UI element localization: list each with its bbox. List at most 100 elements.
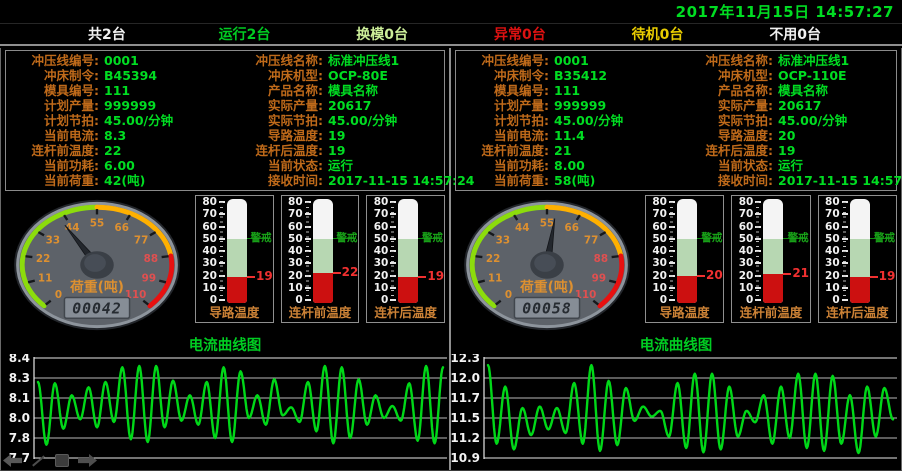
info-row: 模具编号:111产品名称:模具名称 bbox=[458, 83, 894, 98]
info-label: 接收时间: bbox=[216, 173, 328, 188]
info-label: 导路温度: bbox=[216, 128, 328, 143]
current-line-chart: 12.312.011.711.511.210.9 bbox=[451, 354, 901, 468]
info-label: 产品名称: bbox=[666, 83, 778, 98]
info-value: 45.00/分钟 bbox=[104, 113, 216, 128]
warn-label: 警戒 bbox=[874, 232, 895, 245]
gauge-tick-label: 22 bbox=[36, 253, 50, 265]
info-label: 连杆后温度: bbox=[216, 143, 328, 158]
thermometer-2: 80706050403020100警戒19连杆后温度 bbox=[818, 195, 897, 323]
thermo-tick-label: 40 bbox=[367, 245, 388, 257]
thermometer-1: 80706050403020100警戒21连杆前温度 bbox=[731, 195, 810, 323]
thermo-tick-label: 80 bbox=[819, 196, 840, 208]
warn-label: 警戒 bbox=[422, 232, 443, 245]
thermo-tick-label: 30 bbox=[819, 257, 840, 269]
info-value: 20617 bbox=[328, 98, 442, 113]
info-value: 模具名称 bbox=[328, 83, 442, 98]
pencil-icon[interactable] bbox=[32, 455, 45, 466]
info-value: 999999 bbox=[554, 98, 666, 113]
info-row: 当前荷重:42(吨)接收时间:2017-11-15 14:57:24 bbox=[8, 173, 442, 188]
info-value: 20 bbox=[778, 128, 894, 143]
gauge-tick-label: 11 bbox=[488, 272, 502, 284]
meters-row: 0112233445566778899110荷重(吨)00042 8070605… bbox=[1, 193, 449, 338]
info-label: 接收时间: bbox=[666, 173, 778, 188]
thermo-tick-label: 30 bbox=[282, 257, 303, 269]
thermo-tick-label: 40 bbox=[646, 245, 667, 257]
chart-y-tick-label: 8.3 bbox=[9, 371, 30, 385]
chart-title: 电流曲线图 bbox=[451, 338, 901, 354]
thermo-tick-label: 40 bbox=[819, 245, 840, 257]
thermo-tube bbox=[850, 199, 870, 303]
chart-y-tick-label: 11.7 bbox=[451, 391, 480, 405]
forward-arrow-icon[interactable] bbox=[78, 454, 97, 467]
info-value: 标准冲压线1 bbox=[778, 53, 894, 68]
gauge-tick-label: 0 bbox=[55, 289, 62, 301]
info-label: 当前荷重: bbox=[458, 173, 554, 188]
info-row: 计划产量:999999实际产量:20617 bbox=[8, 98, 442, 113]
chart-svg: 8.48.38.18.07.87.7 bbox=[1, 354, 452, 468]
thermo-minor-ticks bbox=[756, 202, 759, 300]
info-label: 导路温度: bbox=[666, 128, 778, 143]
chart-y-tick-label: 10.9 bbox=[451, 451, 480, 465]
stop-square-icon[interactable] bbox=[55, 454, 69, 467]
thermo-tick-label: 70 bbox=[732, 208, 753, 220]
thermo-minor-ticks bbox=[306, 202, 309, 300]
meters-row: 0112233445566778899110荷重(吨)00058 8070605… bbox=[451, 193, 901, 338]
info-row: 计划节拍:45.00/分钟实际节拍:45.00/分钟 bbox=[458, 113, 894, 128]
thermo-minor-ticks bbox=[670, 202, 673, 300]
info-label: 连杆前温度: bbox=[458, 143, 554, 158]
gauge-tick bbox=[478, 281, 485, 283]
info-label: 实际产量: bbox=[216, 98, 328, 113]
info-row: 当前功耗:8.00当前状态:运行 bbox=[458, 158, 894, 173]
gauge-tick-label: 66 bbox=[115, 222, 129, 234]
info-value: 0001 bbox=[104, 53, 216, 68]
thermo-value-pointer bbox=[247, 276, 255, 278]
info-value: 2017-11-15 14:57:24 bbox=[778, 173, 902, 188]
info-value: 11.4 bbox=[554, 128, 666, 143]
info-row: 冲床制令:B35412冲床机型:OCP-110E bbox=[458, 68, 894, 83]
thermo-tick-label: 10 bbox=[367, 282, 388, 294]
gauge-tick bbox=[25, 256, 32, 257]
thermometers: 80706050403020100警戒20导路温度807060504030201… bbox=[641, 193, 899, 338]
gauge-tick-label: 88 bbox=[144, 253, 158, 265]
thermo-tick-label: 60 bbox=[282, 221, 303, 233]
warn-label: 警戒 bbox=[251, 232, 272, 245]
status-item-2: 换模0台 bbox=[313, 24, 451, 44]
gauge-tick-label: 33 bbox=[46, 235, 60, 247]
status-item-0: 共2台 bbox=[38, 24, 176, 44]
thermo-tick-label: 50 bbox=[367, 233, 388, 245]
info-value: 22 bbox=[104, 143, 216, 158]
info-value: 19 bbox=[778, 143, 894, 158]
info-row: 当前荷重:58(吨)接收时间:2017-11-15 14:57:24 bbox=[458, 173, 894, 188]
thermometer-0: 80706050403020100警戒20导路温度 bbox=[645, 195, 724, 323]
thermo-value: 19 bbox=[427, 269, 444, 283]
thermo-minor-ticks bbox=[220, 202, 223, 300]
gauge-tick-label: 33 bbox=[496, 235, 510, 247]
thermo-safe-zone bbox=[227, 239, 247, 277]
info-label: 计划节拍: bbox=[458, 113, 554, 128]
back-arrow-icon[interactable] bbox=[3, 454, 22, 467]
load-gauge: 0112233445566778899110荷重(吨)00058 bbox=[455, 193, 641, 338]
thermo-tick-label: 80 bbox=[646, 196, 667, 208]
gauge-tick bbox=[612, 256, 619, 257]
info-label: 冲床机型: bbox=[216, 68, 328, 83]
info-value: 45.00/分钟 bbox=[778, 113, 894, 128]
info-label: 冲压线编号: bbox=[458, 53, 554, 68]
gauge-tick bbox=[162, 256, 169, 257]
thermo-value-pointer bbox=[697, 275, 705, 277]
thermo-tube bbox=[313, 199, 333, 303]
thermo-tick-label: 20 bbox=[732, 270, 753, 282]
info-label: 模具编号: bbox=[8, 83, 104, 98]
thermo-tick-label: 50 bbox=[819, 233, 840, 245]
thermo-value: 19 bbox=[879, 269, 896, 283]
info-label: 当前电流: bbox=[458, 128, 554, 143]
gauge-tick bbox=[159, 281, 166, 283]
thermo-value-pointer bbox=[783, 273, 791, 275]
gauge-tick-label: 88 bbox=[594, 253, 608, 265]
thermo-fill bbox=[227, 277, 247, 303]
thermo-safe-zone bbox=[398, 239, 418, 277]
info-value: 111 bbox=[554, 83, 666, 98]
thermo-fill bbox=[398, 277, 418, 303]
info-value: OCP-80E bbox=[328, 68, 442, 83]
thermo-tick-label: 10 bbox=[282, 282, 303, 294]
thermo-tick-label: 60 bbox=[819, 221, 840, 233]
